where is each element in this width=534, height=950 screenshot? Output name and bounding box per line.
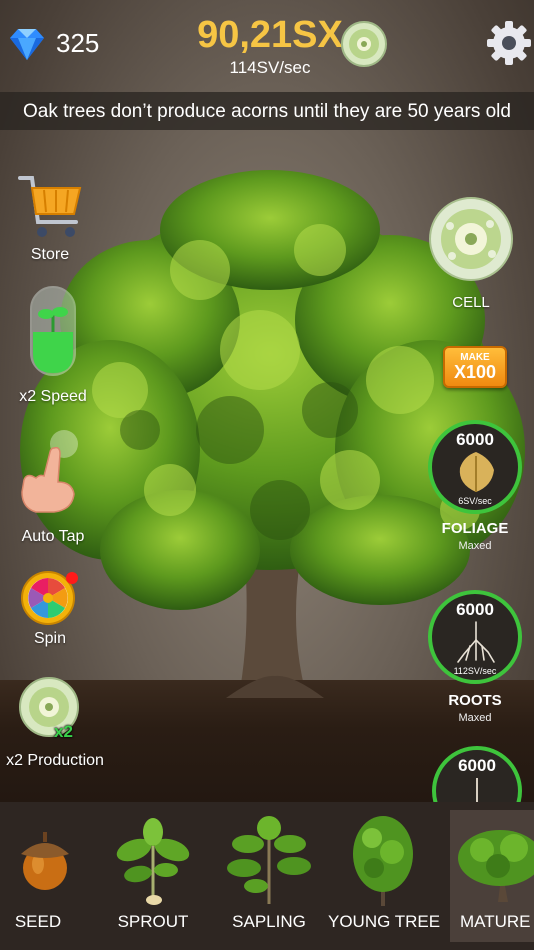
auto-tap-button[interactable]: Auto Tap [8,430,98,550]
trunk-base [226,675,324,698]
roots-upgrade[interactable]: 6000 112SV/sec ROOTS Maxed [426,590,524,730]
hand-tap-icon [21,430,78,513]
leaf-icon [459,452,494,492]
sapling-icon [227,816,311,904]
production-boost-button[interactable]: x2 x2 Production [0,674,110,774]
cell-label: CELL [452,294,490,311]
tab-seed-label: SEED [14,912,62,931]
cell-icon[interactable] [340,20,388,68]
wheel-icon [21,571,78,625]
tab-sprout-label: SPROUT [117,912,189,931]
cell-icon [429,197,513,281]
roots-icon [457,621,495,663]
stem-upgrade[interactable]: 6000 [430,746,524,802]
shopping-cart-icon [18,176,82,237]
acorn-icon [21,832,69,890]
stem-cost: 6000 [458,756,496,775]
roots-title: ROOTS [448,692,502,709]
sprout-icon [116,818,190,905]
speed-label: x2 Speed [19,388,87,405]
foliage-status: Maxed [458,540,492,552]
spin-button[interactable]: Spin [10,570,90,650]
gem-count: 325 [56,28,100,58]
gear-icon[interactable] [484,18,534,68]
store-button[interactable]: Store [10,170,90,270]
diamond-icon [10,29,44,60]
tab-mature-tree-label: MATURE TR [460,912,534,931]
foliage-upgrade[interactable]: 6000 6SV/sec FOLIAGE Maxed [426,420,524,560]
mature-tree-icon [458,830,534,902]
foliage-rate: 6SV/sec [458,496,492,506]
auto-tap-label: Auto Tap [21,528,85,545]
potion-icon [30,286,76,376]
tab-mature-tree[interactable]: MATURE TR [450,810,534,942]
roots-status: Maxed [458,712,492,724]
speed-boost-button[interactable]: x2 Speed [8,284,98,410]
tab-sapling-label: SAPLING [232,912,306,931]
roots-cost: 6000 [456,600,494,619]
money-value: 90,21SX [197,14,343,56]
young-tree-icon [353,816,413,906]
spin-label: Spin [33,630,67,647]
cell-button[interactable]: CELL [426,196,516,316]
make-multiplier: X100 [453,362,497,382]
tab-young-tree-label: YOUNG TREE [328,912,441,931]
foliage-title: FOLIAGE [441,520,509,537]
production-badge: x2 [54,722,73,741]
roots-rate: 112SV/sec [453,666,497,676]
money-rate: 114SV/sec [229,58,311,77]
production-label: x2 Production [6,752,104,769]
tip-text: Oak trees don’t produce acorns until the… [23,101,511,122]
money-total: 90,21SX [190,14,350,57]
store-label: Store [30,246,70,263]
foliage-cost: 6000 [456,430,494,449]
stem-icon [476,778,478,802]
